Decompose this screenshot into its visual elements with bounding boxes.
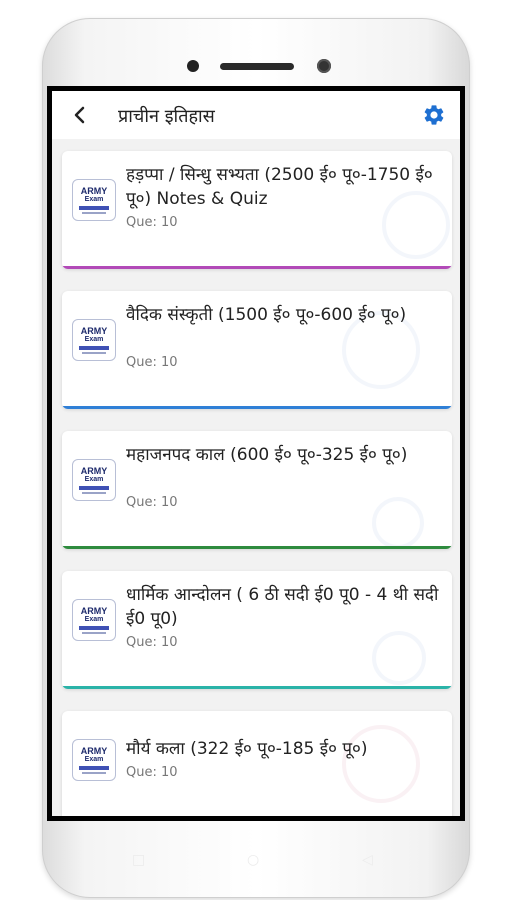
topic-title: हड़प्पा / सिन्धु सभ्यता (2500 ई० पू०-175… [126, 165, 433, 209]
question-count: Que: 10 [126, 215, 178, 230]
list-item[interactable]: ARMY Exam हड़प्पा / सिन्धु सभ्यता (2500 … [62, 151, 452, 269]
earpiece-speaker [220, 63, 294, 70]
decoration [372, 497, 424, 549]
page-title: प्राचीन इतिहास [118, 106, 215, 127]
question-count: Que: 10 [126, 495, 178, 510]
question-count: Que: 10 [126, 765, 178, 780]
front-sensor [187, 60, 199, 72]
home-button[interactable]: ○ [247, 852, 259, 868]
army-exam-logo: ARMY Exam [72, 599, 116, 641]
hardware-nav-bar: □ ○ ◁ [42, 838, 470, 898]
front-camera [317, 59, 331, 73]
gear-icon[interactable] [422, 103, 446, 127]
list-item[interactable]: ARMY Exam धार्मिक आन्दोलन ( 6 ठी सदी ई0 … [62, 571, 452, 689]
list-item[interactable]: ARMY Exam मौर्य कला (322 ई० पू०-185 ई० प… [62, 711, 452, 816]
topic-title: महाजनपद काल (600 ई० पू०-325 ई० पू०) [126, 445, 408, 465]
phone-frame: प्राचीन इतिहास ARMY Exam हड़प्पा / सिन्ध… [42, 18, 470, 898]
screen: प्राचीन इतिहास ARMY Exam हड़प्पा / सिन्ध… [47, 86, 465, 821]
question-count: Que: 10 [126, 635, 178, 650]
topic-title: मौर्य कला (322 ई० पू०-185 ई० पू०) [126, 739, 368, 759]
back-arrow-icon[interactable] [68, 103, 92, 127]
app-screen: प्राचीन इतिहास ARMY Exam हड़प्पा / सिन्ध… [52, 91, 460, 816]
army-exam-logo: ARMY Exam [72, 319, 116, 361]
card-accent-bar [62, 686, 452, 689]
recent-apps-button[interactable]: □ [132, 852, 145, 868]
card-accent-bar [62, 406, 452, 409]
card-accent-bar [62, 266, 452, 269]
list-item[interactable]: ARMY Exam वैदिक संस्कृती (1500 ई० पू०-60… [62, 291, 452, 409]
army-exam-logo: ARMY Exam [72, 739, 116, 781]
nav-back-button[interactable]: ◁ [362, 852, 373, 868]
app-bar: प्राचीन इतिहास [52, 91, 460, 139]
list-item[interactable]: ARMY Exam महाजनपद काल (600 ई० पू०-325 ई०… [62, 431, 452, 549]
topic-title: वैदिक संस्कृती (1500 ई० पू०-600 ई० पू०) [126, 305, 407, 325]
decoration [372, 631, 426, 685]
card-accent-bar [62, 546, 452, 549]
topic-title: धार्मिक आन्दोलन ( 6 ठी सदी ई0 पू0 - 4 थी… [126, 585, 439, 629]
army-exam-logo: ARMY Exam [72, 459, 116, 501]
army-exam-logo: ARMY Exam [72, 179, 116, 221]
question-count: Que: 10 [126, 355, 178, 370]
